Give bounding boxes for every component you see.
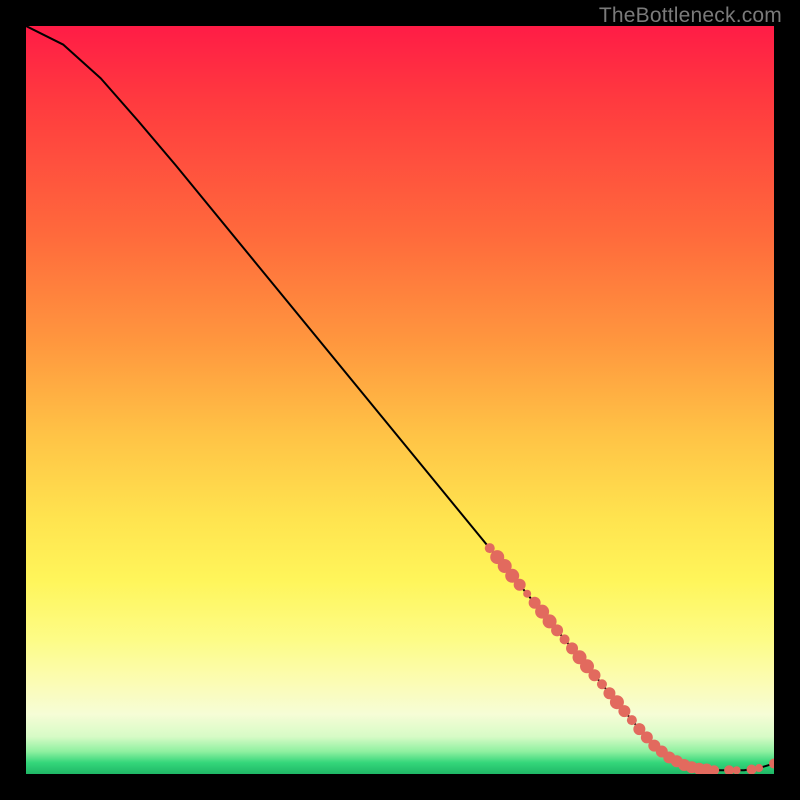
chart-frame: TheBottleneck.com [0,0,800,800]
highlight-dot [755,764,763,772]
highlight-dot [551,624,563,636]
highlight-dot [618,705,630,717]
highlight-dots [485,543,774,774]
highlight-dot [560,634,570,644]
highlight-dot [627,715,637,725]
highlight-dot [733,766,741,774]
plot-area [26,26,774,774]
highlight-dot [588,669,600,681]
highlight-dot [769,759,774,769]
highlight-dot [747,765,757,774]
highlight-dot [597,679,607,689]
highlight-dot [523,590,531,598]
curve-path [26,26,774,770]
highlight-dot [724,765,734,774]
watermark-text: TheBottleneck.com [599,4,782,28]
chart-svg [26,26,774,774]
curve-line [26,26,774,770]
highlight-dot [514,579,526,591]
